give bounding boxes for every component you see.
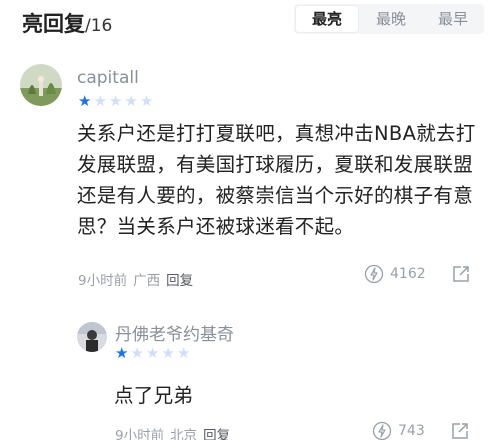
- star-empty-icon: ★: [139, 92, 154, 110]
- share-icon[interactable]: [451, 422, 469, 440]
- tab-brightest[interactable]: 最亮: [296, 6, 358, 32]
- star-empty-icon: ★: [161, 344, 175, 362]
- star-empty-icon: ★: [124, 92, 138, 110]
- reply-button[interactable]: 回复: [203, 424, 230, 440]
- avatar[interactable]: [20, 64, 62, 106]
- sort-tabs: 最亮 最晚 最早: [294, 4, 484, 34]
- rating-stars: ★ ★ ★ ★ ★: [115, 345, 190, 361]
- star-empty-icon: ★: [130, 344, 144, 362]
- star-empty-icon: ★: [145, 344, 160, 362]
- star-empty-icon: ★: [108, 92, 123, 110]
- like-button[interactable]: 743: [372, 421, 425, 440]
- tab-earliest[interactable]: 最早: [422, 4, 484, 34]
- comment-actions: 4162: [364, 264, 470, 284]
- comment-meta: 9小时前 广西 回复: [78, 269, 193, 289]
- comment-meta: 9小时前 北京 回复: [115, 424, 230, 440]
- share-icon[interactable]: [452, 265, 470, 283]
- avatar-image: [20, 64, 62, 106]
- header: 亮回复/16 最亮 最晚 最早: [0, 0, 500, 44]
- reply-button[interactable]: 回复: [166, 269, 193, 289]
- rating-stars: ★ ★ ★ ★ ★: [78, 93, 153, 109]
- comment-content: 点了兄弟: [114, 384, 194, 407]
- star-filled-icon: ★: [78, 92, 92, 110]
- like-button[interactable]: 4162: [364, 264, 426, 284]
- comment-content: 关系户还是打打夏联吧，真想冲击NBA就去打发展联盟，有美国打球履历，夏联和发展联…: [77, 122, 476, 238]
- lightbulb-icon: [372, 421, 392, 440]
- title-text: 亮回复: [22, 12, 85, 36]
- star-empty-icon: ★: [176, 344, 191, 362]
- star-filled-icon: ★: [115, 344, 129, 362]
- comment-actions: 743: [372, 421, 469, 440]
- comment-location: 广西: [133, 273, 161, 289]
- star-empty-icon: ★: [93, 92, 107, 110]
- comment-time: 9小时前: [115, 428, 165, 440]
- like-count: 4162: [390, 266, 426, 282]
- avatar-image: [77, 322, 107, 352]
- lightbulb-icon: [364, 264, 384, 284]
- reply-count: /16: [85, 16, 113, 36]
- username[interactable]: 丹佛老爷约基奇: [115, 320, 234, 345]
- avatar[interactable]: [77, 322, 107, 352]
- page-title: 亮回复/16: [22, 8, 112, 38]
- tab-latest[interactable]: 最晚: [360, 4, 422, 34]
- comment-time: 9小时前: [78, 273, 128, 289]
- comment-location: 北京: [170, 428, 198, 440]
- username[interactable]: capitall: [77, 68, 139, 88]
- like-count: 743: [398, 423, 425, 439]
